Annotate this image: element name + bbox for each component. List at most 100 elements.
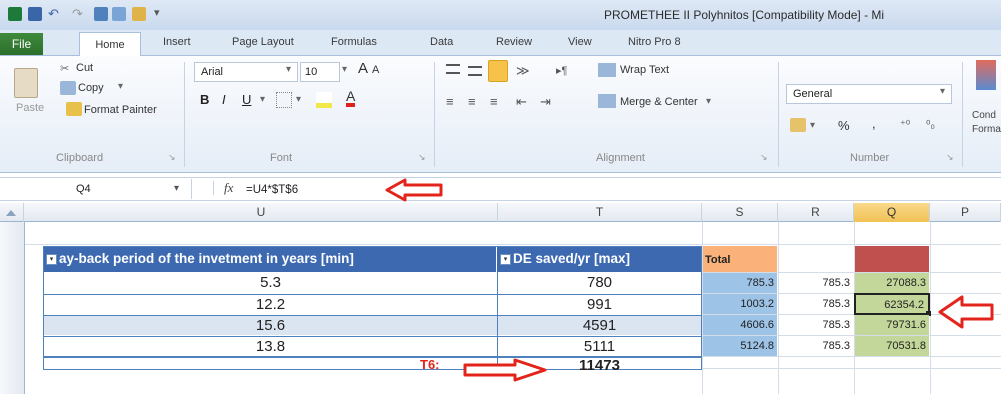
column-header-r[interactable]: R <box>778 203 854 222</box>
borders-dropdown-icon[interactable]: ▾ <box>296 94 301 105</box>
table-cell-t[interactable]: 5111 <box>498 336 701 356</box>
folder-icon[interactable] <box>132 7 146 21</box>
cell-q[interactable]: 79731.6 <box>855 315 929 335</box>
cell-r[interactable]: 785.3 <box>779 294 853 314</box>
number-format-select[interactable]: General <box>786 84 952 104</box>
tab-nitro-pro[interactable]: Nitro Pro 8 <box>628 36 681 48</box>
name-box[interactable]: Q4 <box>4 179 192 199</box>
cell-q[interactable]: 27088.3 <box>855 273 929 293</box>
merge-center-icon[interactable] <box>598 94 616 108</box>
font-name-dropdown-icon[interactable]: ▾ <box>286 64 291 75</box>
paste-icon[interactable] <box>14 68 38 98</box>
clipboard-launcher-icon[interactable]: ↘ <box>168 152 176 163</box>
font-launcher-icon[interactable]: ↘ <box>418 152 426 163</box>
percent-style-button[interactable]: % <box>838 118 850 133</box>
paste-button[interactable]: Paste <box>16 102 44 114</box>
font-name-select[interactable]: Arial <box>194 62 298 82</box>
number-launcher-icon[interactable]: ↘ <box>946 152 954 163</box>
total-cell-s[interactable]: 785.3 <box>703 273 777 293</box>
table-cell-u[interactable]: 12.2 <box>44 294 497 314</box>
accounting-dropdown-icon[interactable]: ▾ <box>810 120 815 131</box>
conditional-formatting-icon[interactable] <box>976 60 996 90</box>
font-color-icon[interactable]: A <box>346 89 356 107</box>
font-size-select[interactable]: 10 <box>300 62 340 82</box>
insert-function-button[interactable]: fx <box>224 180 233 196</box>
tab-data[interactable]: Data <box>430 36 453 48</box>
copy-dropdown-icon[interactable]: ▾ <box>118 81 123 92</box>
cell-r[interactable]: 785.3 <box>779 336 853 356</box>
align-center-icon[interactable]: ≡ <box>468 94 476 109</box>
column-header-s[interactable]: S <box>702 203 778 222</box>
number-format-dropdown-icon[interactable]: ▾ <box>940 86 945 97</box>
tab-review[interactable]: Review <box>496 36 532 48</box>
save-icon[interactable] <box>28 7 42 21</box>
cell-q[interactable]: 70531.8 <box>855 336 929 356</box>
orientation-icon[interactable]: ≫ <box>516 63 530 79</box>
customize-quick-access-icon[interactable]: ▾ <box>154 6 160 19</box>
select-all-button[interactable] <box>0 203 24 222</box>
alignment-launcher-icon[interactable]: ↘ <box>760 152 768 163</box>
undo-icon[interactable]: ↶ <box>48 6 59 22</box>
accounting-format-icon[interactable] <box>790 118 806 132</box>
grow-font-icon[interactable]: A <box>358 60 368 77</box>
tab-insert[interactable]: Insert <box>163 36 191 48</box>
cell-r[interactable]: 785.3 <box>779 315 853 335</box>
merge-center-button[interactable]: Merge & Center <box>620 96 698 108</box>
bottom-align-button[interactable] <box>488 60 508 82</box>
total-cell-s[interactable]: 5124.8 <box>703 336 777 356</box>
align-left-icon[interactable]: ≡ <box>446 94 454 109</box>
underline-dropdown-icon[interactable]: ▾ <box>260 94 265 105</box>
fill-color-icon[interactable] <box>316 92 332 108</box>
table-cell-u[interactable]: 5.3 <box>44 273 497 293</box>
quick-access-icon-1[interactable] <box>94 7 108 21</box>
q-header-cell[interactable] <box>855 246 929 272</box>
name-box-dropdown-icon[interactable]: ▾ <box>174 183 179 194</box>
increase-decimal-icon[interactable]: ⁺⁰ <box>900 118 910 131</box>
bold-button[interactable]: B <box>200 92 209 107</box>
column-header-p[interactable]: P <box>930 203 1001 222</box>
underline-button[interactable]: U <box>242 92 251 107</box>
column-header-u[interactable]: U <box>25 203 498 222</box>
decrease-decimal-icon[interactable]: ⁰₀ <box>926 118 935 131</box>
shrink-font-icon[interactable]: A <box>372 64 379 76</box>
italic-button[interactable]: I <box>222 92 226 107</box>
format-painter-icon[interactable] <box>66 102 82 116</box>
comma-style-button[interactable]: , <box>872 116 876 131</box>
conditional-formatting-button[interactable]: Cond <box>972 110 996 121</box>
cell-q-selected[interactable]: 62354.2 <box>854 293 930 315</box>
redo-icon[interactable]: ↷ <box>72 6 83 22</box>
table-cell-u[interactable]: 13.8 <box>44 336 497 356</box>
total-cell-s[interactable]: 4606.6 <box>703 315 777 335</box>
cut-icon[interactable]: ✂ <box>60 62 69 75</box>
total-cell-s[interactable]: 1003.2 <box>703 294 777 314</box>
cut-button[interactable]: Cut <box>76 62 93 74</box>
increase-indent-icon[interactable]: ⇥ <box>540 94 551 110</box>
table-cell-u[interactable]: 15.6 <box>44 315 497 335</box>
formula-input[interactable]: =U4*$T$6 <box>242 181 1000 199</box>
total-header-cell[interactable]: Total <box>703 246 777 272</box>
column-header-q[interactable]: Q <box>854 203 930 222</box>
wrap-text-button[interactable]: Wrap Text <box>620 64 669 76</box>
table-cell-t[interactable]: 991 <box>498 294 701 314</box>
column-header-t[interactable]: T <box>498 203 702 222</box>
merge-dropdown-icon[interactable]: ▾ <box>706 96 711 107</box>
text-direction-icon[interactable]: ▸¶ <box>556 64 567 77</box>
middle-align-icon[interactable] <box>468 66 482 76</box>
quick-access-icon-2[interactable] <box>112 7 126 21</box>
wrap-text-icon[interactable] <box>598 63 616 77</box>
tab-view[interactable]: View <box>568 36 592 48</box>
align-right-icon[interactable]: ≡ <box>490 94 498 109</box>
copy-button[interactable]: Copy <box>78 82 104 94</box>
tab-formulas[interactable]: Formulas <box>331 36 377 48</box>
borders-icon[interactable] <box>276 92 292 108</box>
tab-page-layout[interactable]: Page Layout <box>232 36 294 48</box>
table-cell-t[interactable]: 4591 <box>498 315 701 335</box>
table-cell-t[interactable]: 780 <box>498 273 701 293</box>
cell-r[interactable]: 785.3 <box>779 273 853 293</box>
tab-home[interactable]: Home <box>79 32 141 57</box>
top-align-icon[interactable] <box>446 64 460 74</box>
copy-icon[interactable] <box>60 81 76 95</box>
format-painter-button[interactable]: Format Painter <box>84 104 157 116</box>
tab-file[interactable]: File <box>0 33 43 55</box>
decrease-indent-icon[interactable]: ⇤ <box>516 94 527 110</box>
